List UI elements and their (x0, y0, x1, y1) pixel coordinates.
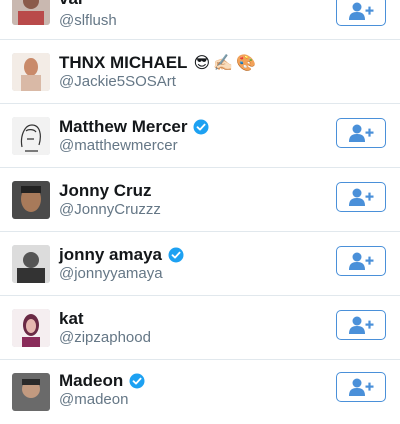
avatar[interactable] (12, 373, 50, 411)
user-handle: @Jackie5SOSArt (59, 73, 176, 90)
palette-emoji: 🎨 (236, 55, 256, 72)
user-handle: @jonnyyamaya (59, 265, 163, 282)
list-item[interactable]: Jonny Cruz @JonnyCruzzz (0, 168, 400, 232)
add-user-icon (349, 252, 374, 270)
add-user-icon (349, 378, 374, 396)
sunglasses-emoji: 😎 (193, 55, 211, 72)
add-user-icon (349, 188, 374, 206)
list-item[interactable]: THNX MICHAEL 😎 ✍🏻 🎨 @Jackie5SOSArt (0, 40, 400, 104)
follow-button[interactable] (336, 310, 386, 340)
user-name-text: Jonny Cruz (59, 181, 152, 200)
list-item[interactable]: val @slflush (0, 0, 400, 40)
user-name: val (59, 0, 83, 10)
list-item[interactable]: Madeon @madeon (0, 360, 400, 424)
user-name: THNX MICHAEL 😎 ✍🏻 🎨 (59, 52, 256, 74)
user-name-text: kat (59, 309, 84, 328)
follow-button[interactable] (336, 246, 386, 276)
user-handle: @zipzaphood (59, 329, 151, 346)
verified-badge-icon (129, 373, 145, 389)
avatar[interactable] (12, 181, 50, 219)
writing-hand-emoji: ✍🏻 (213, 55, 234, 72)
user-handle: @matthewmercer (59, 137, 178, 154)
verified-badge-icon (168, 247, 184, 263)
follow-button[interactable] (336, 372, 386, 402)
user-handle: @JonnyCruzzz (59, 201, 161, 218)
follow-button[interactable] (336, 118, 386, 148)
follow-button[interactable] (336, 182, 386, 212)
user-name-text: THNX MICHAEL (59, 53, 188, 72)
user-name-text: val (59, 0, 83, 9)
user-name: Jonny Cruz (59, 180, 152, 202)
add-user-icon (349, 124, 374, 142)
user-name: Madeon (59, 370, 145, 392)
avatar[interactable] (12, 117, 50, 155)
list-item[interactable]: jonny amaya @jonnyyamaya (0, 232, 400, 296)
avatar[interactable] (12, 245, 50, 283)
avatar[interactable] (12, 0, 50, 25)
user-list: val @slflush THNX MICHAEL 😎 ✍🏻 🎨 @Jackie… (0, 0, 400, 411)
add-user-icon (349, 316, 374, 334)
user-name-text: Madeon (59, 371, 124, 390)
avatar[interactable] (12, 309, 50, 347)
user-name: Matthew Mercer (59, 116, 209, 138)
add-user-icon (349, 2, 374, 20)
user-name-text: jonny amaya (59, 245, 162, 264)
list-item[interactable]: Matthew Mercer @matthewmercer (0, 104, 400, 168)
verified-badge-icon (193, 119, 209, 135)
user-name: kat (59, 308, 84, 330)
list-item[interactable]: kat @zipzaphood (0, 296, 400, 360)
user-name: jonny amaya (59, 244, 184, 266)
user-name-text: Matthew Mercer (59, 117, 188, 136)
name-emoji: 😎 ✍🏻 🎨 (193, 53, 256, 73)
user-handle: @slflush (59, 12, 117, 29)
avatar[interactable] (12, 53, 50, 91)
follow-button[interactable] (336, 0, 386, 26)
